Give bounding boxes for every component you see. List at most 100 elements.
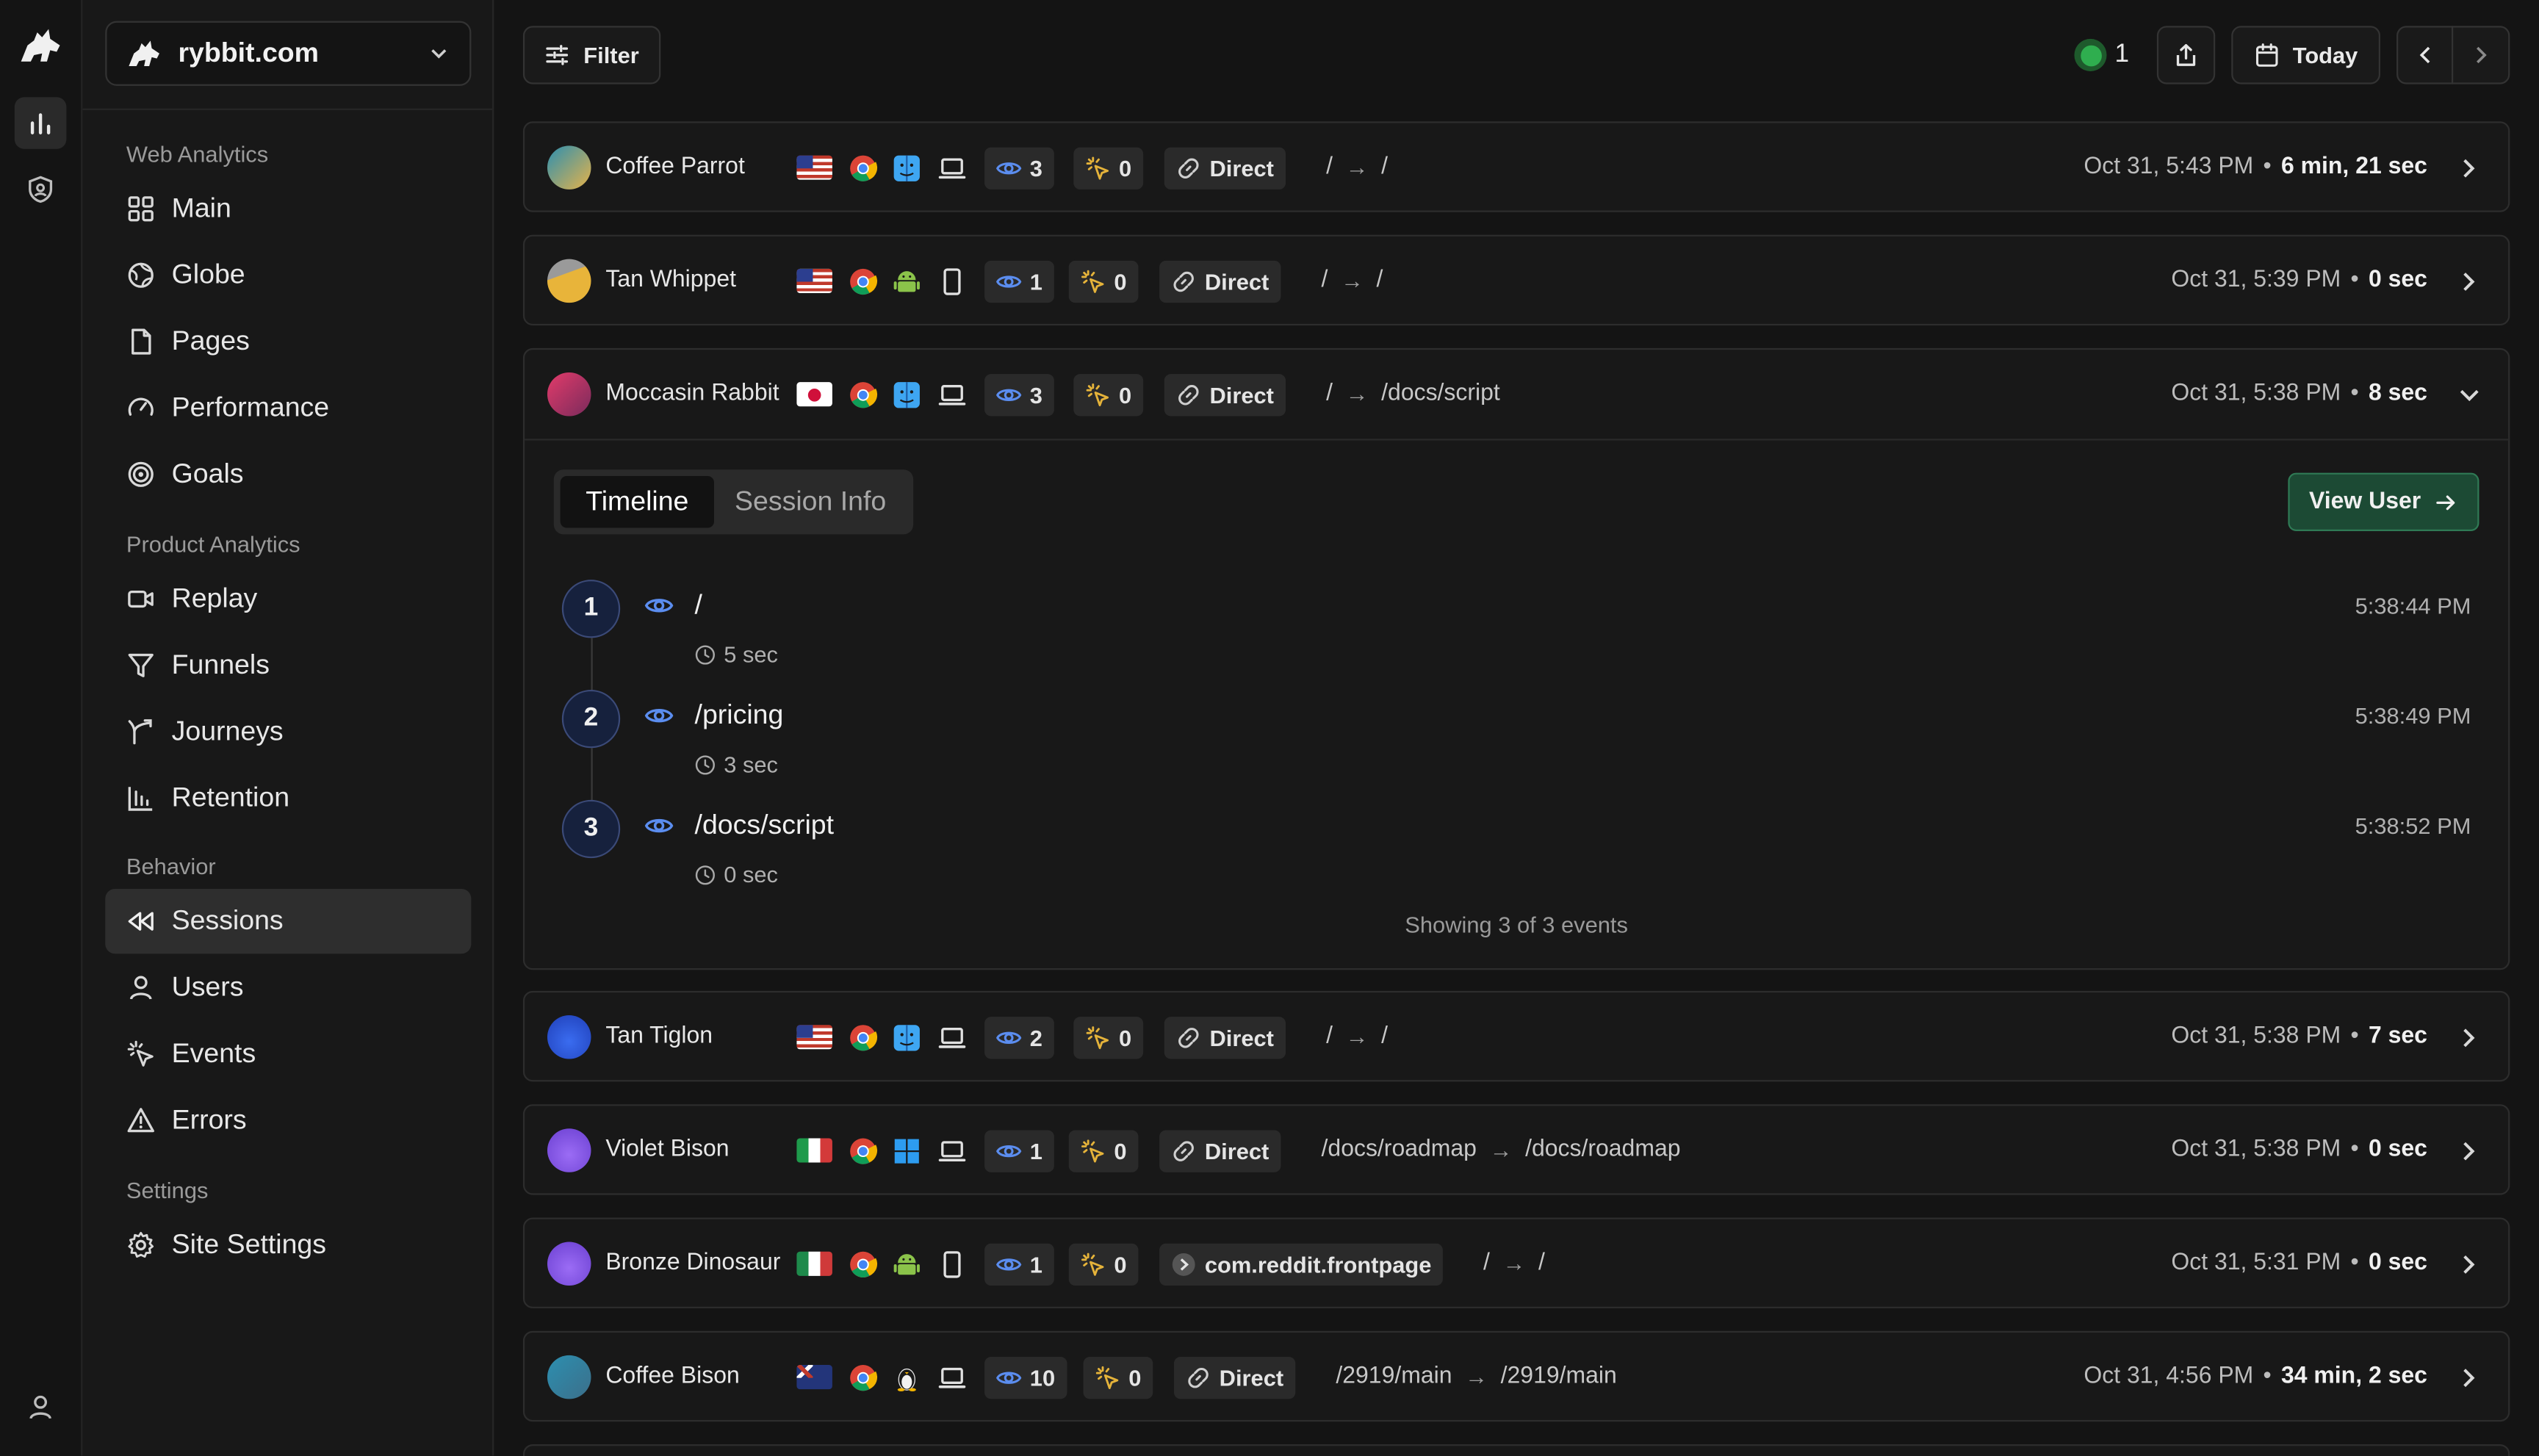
sidebar-item-funnels[interactable]: Funnels xyxy=(105,633,471,698)
date-picker-button[interactable]: Today xyxy=(2231,26,2381,84)
events-count: 0 xyxy=(1114,1251,1127,1278)
filter-button[interactable]: Filter xyxy=(522,26,661,84)
site-selector[interactable]: rybbit.com xyxy=(105,21,472,86)
session-row[interactable]: Coffee Parrot 3 0 Direct / → / Oct 31, 5… xyxy=(522,121,2510,212)
sidebar-item-label: Main xyxy=(171,192,231,224)
pageviews-count: 2 xyxy=(1029,1025,1042,1051)
sidebar-item-users[interactable]: Users xyxy=(105,955,471,1020)
sidebar: rybbit.com Web Analytics Main Globe Page… xyxy=(82,0,494,1456)
session-row[interactable] xyxy=(522,1444,2510,1456)
laptop-icon xyxy=(938,158,966,179)
sidebar-item-performance[interactable]: Performance xyxy=(105,375,471,440)
chevron-right-icon[interactable] xyxy=(2457,154,2482,183)
sidebar-item-sessions[interactable]: Sessions xyxy=(105,889,472,954)
chevron-right-icon[interactable] xyxy=(2457,1023,2482,1053)
share-upload-icon xyxy=(2176,44,2196,66)
chevron-left-icon xyxy=(2419,46,2430,64)
session-row[interactable]: Violet Bison 1 0 Direct /docs/roadmap → … xyxy=(522,1104,2510,1195)
sidebar-item-errors[interactable]: Errors xyxy=(105,1088,471,1153)
session-row[interactable]: Tan Whippet 1 0 Direct / → / Oct 31, 5:3… xyxy=(522,234,2510,326)
tab-session-info[interactable]: Session Info xyxy=(714,476,907,528)
sidebar-item-journeys[interactable]: Journeys xyxy=(105,699,471,764)
analytics-rail-button[interactable] xyxy=(14,97,67,149)
events-count: 0 xyxy=(1114,1138,1127,1164)
sidebar-item-retention[interactable]: Retention xyxy=(105,766,471,831)
rybbit-logo-icon[interactable] xyxy=(18,26,63,65)
eye-icon xyxy=(995,162,1022,175)
referrer-label: Direct xyxy=(1209,382,1274,408)
sidebar-item-label: Funnels xyxy=(171,649,270,680)
pageviews-count: 3 xyxy=(1029,155,1042,181)
export-button[interactable] xyxy=(2156,26,2216,84)
clock-icon xyxy=(695,644,715,664)
sidebar-item-label: Replay xyxy=(171,583,258,614)
laptop-icon xyxy=(938,1141,966,1162)
pageviews-badge: 10 xyxy=(984,1357,1067,1399)
sidebar-item-goals[interactable]: Goals xyxy=(105,442,471,507)
timeline-event-path[interactable]: /docs/script xyxy=(695,810,835,842)
section-label-product-analytics: Product Analytics xyxy=(126,530,300,558)
sidebar-item-main[interactable]: Main xyxy=(105,176,471,241)
session-row[interactable]: Bronze Dinosaur 1 0 com.reddit.frontpage… xyxy=(522,1217,2510,1308)
referrer-label: Direct xyxy=(1204,1138,1270,1164)
us-flag-icon xyxy=(796,268,832,293)
session-row[interactable]: Tan Tiglon 2 0 Direct / → / Oct 31, 5:38… xyxy=(522,990,2510,1082)
sidebar-item-label: Site Settings xyxy=(171,1228,327,1260)
arrow-right-icon: → xyxy=(1489,1136,1513,1163)
session-start-time: Oct 31, 5:38 PM xyxy=(2171,380,2341,407)
link-icon xyxy=(1178,158,1199,179)
mouse-click-icon xyxy=(1081,1253,1104,1276)
chevron-right-icon[interactable] xyxy=(2457,1250,2482,1280)
timeline-event-path[interactable]: / xyxy=(695,589,702,621)
layout-grid-icon xyxy=(128,196,154,222)
referrer-label: Direct xyxy=(1209,155,1274,181)
session-start-time: Oct 31, 5:38 PM xyxy=(2171,1023,2341,1050)
chevron-down-icon[interactable] xyxy=(2457,381,2482,410)
chevron-right-icon[interactable] xyxy=(2457,1136,2482,1166)
sidebar-item-events[interactable]: Events xyxy=(105,1022,471,1086)
session-meta: Oct 31, 5:38 PM • 7 sec xyxy=(2171,1023,2427,1050)
session-row[interactable]: Coffee Bison 10 0 Direct /2919/main → /2… xyxy=(522,1330,2510,1422)
arrow-right-icon: → xyxy=(1341,267,1364,293)
tab-timeline[interactable]: Timeline xyxy=(560,476,715,528)
session-row[interactable]: Moccasin Rabbit 3 0 Direct / → /docs/scr… xyxy=(525,350,2508,440)
pageviews-count: 3 xyxy=(1029,382,1042,408)
chrome-icon xyxy=(850,1365,878,1391)
session-user-name: Moccasin Rabbit xyxy=(605,380,779,407)
session-meta: Oct 31, 5:31 PM • 0 sec xyxy=(2171,1250,2427,1276)
chrome-icon xyxy=(850,268,878,295)
view-user-button[interactable]: View User xyxy=(2288,472,2479,531)
events-count: 0 xyxy=(1114,268,1127,295)
smartphone-icon xyxy=(943,268,961,295)
timeline-event-duration-text: 0 sec xyxy=(724,861,779,887)
sidebar-item-pages[interactable]: Pages xyxy=(105,309,471,374)
eye-icon xyxy=(995,1258,1022,1271)
chevron-right-icon xyxy=(2477,46,2487,64)
us-flag-icon xyxy=(796,155,832,180)
previous-period-button[interactable] xyxy=(2396,26,2454,84)
sidebar-item-replay[interactable]: Replay xyxy=(105,566,471,631)
sidebar-item-label: Goals xyxy=(171,458,244,489)
eye-icon xyxy=(995,1145,1022,1158)
clock-icon xyxy=(695,754,715,774)
android-icon xyxy=(893,271,920,292)
pageviews-count: 1 xyxy=(1029,1138,1042,1164)
live-user-count: 1 xyxy=(2114,40,2130,68)
mouse-click-icon xyxy=(1081,1139,1104,1163)
chevron-right-icon[interactable] xyxy=(2457,1363,2482,1393)
timeline-connector xyxy=(591,748,593,805)
entry-page: / xyxy=(1326,1023,1333,1050)
sidebar-divider xyxy=(82,108,493,110)
arrow-right-icon: → xyxy=(1502,1250,1526,1276)
next-period-button[interactable] xyxy=(2452,26,2510,84)
referrer-label: com.reddit.frontpage xyxy=(1204,1251,1432,1278)
section-label-settings: Settings xyxy=(126,1177,209,1203)
sidebar-item-globe[interactable]: Globe xyxy=(105,243,471,308)
session-path: /docs/roadmap → /docs/roadmap xyxy=(1322,1136,1681,1162)
admin-rail-button[interactable] xyxy=(15,164,67,216)
timeline-event-path[interactable]: /pricing xyxy=(695,699,784,732)
funnel-icon xyxy=(128,653,154,677)
account-rail-button[interactable] xyxy=(15,1381,67,1433)
sidebar-item-site-settings[interactable]: Site Settings xyxy=(105,1213,471,1277)
chevron-right-icon[interactable] xyxy=(2457,267,2482,297)
